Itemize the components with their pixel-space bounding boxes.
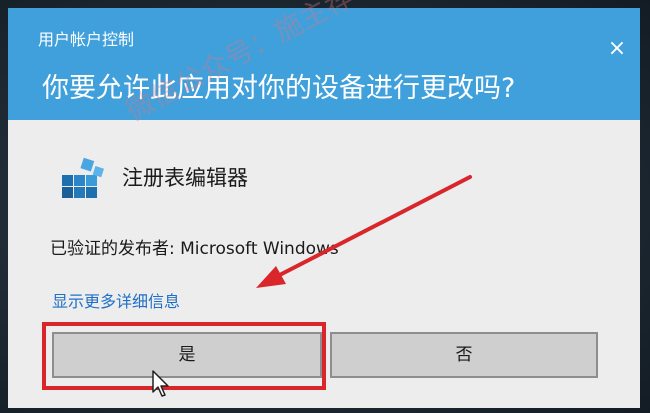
annotation-arrow-icon [256,175,472,288]
photo-background: 用户帐户控制 × 你要允许此应用对你的设备进行更改吗? 注册表编辑器 已验证的发… [0,0,650,413]
mouse-cursor-icon [152,370,169,397]
